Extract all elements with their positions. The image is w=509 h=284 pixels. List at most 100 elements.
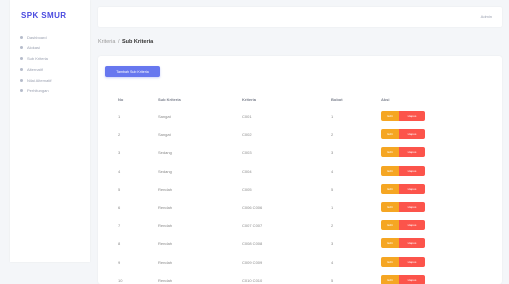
row-number: 2 xyxy=(118,132,121,138)
sidebar: SPK SMUR Dashboard Alokasi Sub Kriteria … xyxy=(10,0,90,262)
table-row: 6 Rendah C006 C006 1 Edit Hapus xyxy=(98,202,502,212)
row-number: 10 xyxy=(118,277,123,283)
row-code: C001 xyxy=(242,114,252,119)
row-name: Sangat xyxy=(158,114,171,119)
edit-button[interactable]: Edit xyxy=(381,220,399,231)
edit-button[interactable]: Edit xyxy=(381,111,399,121)
alokasi-icon xyxy=(20,46,23,50)
row-actions: Edit Hapus xyxy=(381,202,425,212)
table-row: 4 Sedang C004 4 Edit Hapus xyxy=(98,165,502,176)
delete-button[interactable]: Hapus xyxy=(399,183,425,194)
edit-button[interactable]: Edit xyxy=(381,165,399,176)
row-number: 8 xyxy=(118,241,121,247)
row-qty: 2 xyxy=(331,132,334,138)
row-name: Sangat xyxy=(158,132,171,138)
edit-button[interactable]: Edit xyxy=(381,274,399,284)
sidebar-item-label: Sub Kriteria xyxy=(27,56,48,62)
row-number: 6 xyxy=(118,205,121,210)
edit-button[interactable]: Edit xyxy=(381,256,399,267)
app-root: SPK SMUR Dashboard Alokasi Sub Kriteria … xyxy=(0,0,509,284)
sub-kriteria-icon xyxy=(20,57,23,61)
row-name: Rendah xyxy=(158,205,173,210)
sidebar-item-alternatif[interactable]: Alternatif xyxy=(20,64,51,74)
edit-button[interactable]: Edit xyxy=(381,147,399,158)
row-code: C008 C008 xyxy=(242,241,263,247)
breadcrumb-separator: / xyxy=(117,39,120,45)
dashboard-icon xyxy=(20,35,23,39)
delete-button[interactable]: Hapus xyxy=(399,202,425,212)
top-navbar: Admin xyxy=(98,7,502,27)
column-header-no: No xyxy=(118,97,124,102)
table-row: 9 Rendah C009 C009 4 Edit Hapus xyxy=(98,256,502,267)
delete-button[interactable]: Hapus xyxy=(399,111,425,121)
sidebar-item-sub-kriteria[interactable]: Sub Kriteria xyxy=(20,54,51,64)
row-number: 4 xyxy=(118,168,121,174)
sidebar-item-alokasi[interactable]: Alokasi xyxy=(20,43,51,53)
edit-button[interactable]: Edit xyxy=(381,129,399,140)
column-header-code: Kriteria xyxy=(242,97,257,102)
table-row: 3 Sedang C003 3 Edit Hapus xyxy=(98,147,502,158)
row-qty: 1 xyxy=(331,114,334,119)
table-row: 1 Sangat C001 1 Edit Hapus xyxy=(98,111,502,121)
row-name: Rendah xyxy=(158,223,173,229)
sidebar-item-label: Perhitungan xyxy=(27,88,49,94)
row-actions: Edit Hapus xyxy=(381,165,425,176)
table-row: 7 Rendah C007 C007 2 Edit Hapus xyxy=(98,220,502,231)
sidebar-item-dashboard[interactable]: Dashboard xyxy=(20,32,51,42)
row-name: Sedang xyxy=(158,150,172,156)
delete-button[interactable]: Hapus xyxy=(399,129,425,140)
row-actions: Edit Hapus xyxy=(381,129,425,140)
delete-button[interactable]: Hapus xyxy=(399,165,425,176)
row-name: Sedang xyxy=(158,168,172,174)
row-name: Rendah xyxy=(158,241,173,247)
content-card: Tambah Sub Kriteria No Sub Kriteria Krit… xyxy=(98,56,502,284)
add-sub-kriteria-button[interactable]: Tambah Sub Kriteria xyxy=(105,66,160,77)
row-actions: Edit Hapus xyxy=(381,220,425,231)
row-qty: 1 xyxy=(331,205,334,210)
row-qty: 4 xyxy=(331,259,334,265)
row-code: C004 xyxy=(242,168,252,174)
sidebar-item-label: Alternatif xyxy=(27,66,43,72)
page-title: Sub Kriteria xyxy=(122,39,154,45)
row-code: C007 C007 xyxy=(242,223,263,229)
delete-button[interactable]: Hapus xyxy=(399,147,425,158)
row-name: Rendah xyxy=(158,277,173,283)
row-qty: 3 xyxy=(331,241,334,247)
delete-button[interactable]: Hapus xyxy=(399,256,425,267)
row-actions: Edit Hapus xyxy=(381,238,425,249)
row-code: C006 C006 xyxy=(242,205,263,210)
row-qty: 5 xyxy=(331,277,334,283)
row-number: 1 xyxy=(118,114,121,119)
brand-title[interactable]: SPK SMUR xyxy=(21,11,66,20)
user-menu[interactable]: Admin xyxy=(481,14,492,19)
sidebar-menu: Dashboard Alokasi Sub Kriteria Alternati… xyxy=(20,32,51,97)
table-row: 10 Rendah C010 C010 5 Edit Hapus xyxy=(98,274,502,284)
row-actions: Edit Hapus xyxy=(381,256,425,267)
sidebar-item-nilai-alternatif[interactable]: Nilai Alternatif xyxy=(20,75,51,85)
row-actions: Edit Hapus xyxy=(381,183,425,194)
row-actions: Edit Hapus xyxy=(381,147,425,158)
delete-button[interactable]: Hapus xyxy=(399,238,425,249)
breadcrumb: Kriteria / Sub Kriteria xyxy=(98,39,153,45)
row-actions: Edit Hapus xyxy=(381,111,425,121)
edit-button[interactable]: Edit xyxy=(381,238,399,249)
column-header-action: Aksi xyxy=(381,97,390,102)
sidebar-item-label: Alokasi xyxy=(27,45,40,51)
row-number: 3 xyxy=(118,150,121,156)
alternatif-icon xyxy=(20,67,23,71)
edit-button[interactable]: Edit xyxy=(381,183,399,194)
delete-button[interactable]: Hapus xyxy=(399,220,425,231)
sidebar-item-label: Nilai Alternatif xyxy=(27,77,52,83)
row-qty: 4 xyxy=(331,168,334,174)
table-row: 5 Rendah C005 5 Edit Hapus xyxy=(98,183,502,194)
column-header-qty: Bobot xyxy=(331,97,343,102)
delete-button[interactable]: Hapus xyxy=(399,274,425,284)
row-number: 9 xyxy=(118,259,121,265)
row-name: Rendah xyxy=(158,259,173,265)
row-code: C009 C009 xyxy=(242,259,263,265)
sidebar-item-perhitungan[interactable]: Perhitungan xyxy=(20,86,51,96)
row-code: C003 xyxy=(242,150,252,156)
breadcrumb-parent[interactable]: Kriteria xyxy=(98,39,115,45)
row-code: C005 xyxy=(242,186,252,192)
edit-button[interactable]: Edit xyxy=(381,202,399,212)
